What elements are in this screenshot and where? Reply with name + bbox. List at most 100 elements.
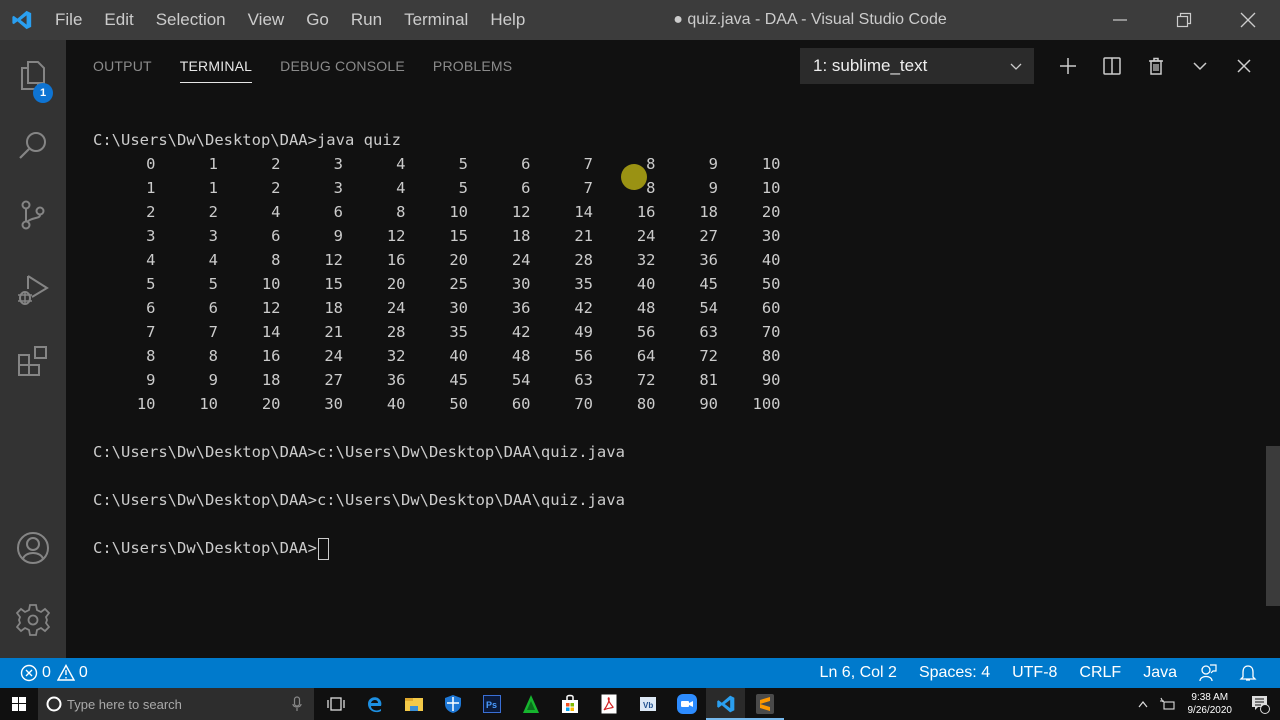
table-cell: 36: [699, 251, 718, 269]
activity-run-debug[interactable]: [0, 265, 66, 315]
close-window-button[interactable]: [1216, 0, 1280, 40]
photoshop-icon: Ps: [482, 695, 501, 713]
table-cell: 6: [521, 155, 531, 173]
table-cell: 80: [761, 347, 781, 365]
taskbar-vscode[interactable]: [706, 688, 745, 720]
table-cell: 28: [386, 323, 406, 341]
taskbar-vb-app[interactable]: Vb: [628, 688, 667, 720]
new-terminal-button[interactable]: [1046, 48, 1090, 84]
close-panel-button[interactable]: [1222, 48, 1266, 84]
terminal-line: C:\Users\Dw\Desktop\DAA>c:\Users\Dw\Desk…: [93, 491, 625, 509]
table-cell: 9: [208, 371, 218, 389]
svg-text:Ps: Ps: [486, 700, 497, 710]
terminal-selector-dropdown[interactable]: 1: sublime_text: [800, 48, 1034, 84]
start-button[interactable]: [0, 688, 38, 720]
show-hidden-icons-button[interactable]: [1132, 688, 1154, 720]
activity-accounts[interactable]: [0, 523, 66, 573]
table-cell: 40: [449, 347, 468, 365]
menu-go[interactable]: Go: [295, 0, 340, 40]
table-cell: 45: [699, 275, 718, 293]
kill-terminal-button[interactable]: [1134, 48, 1178, 84]
tab-problems[interactable]: PROBLEMS: [433, 40, 512, 92]
menu-terminal[interactable]: Terminal: [393, 0, 479, 40]
taskbar-store[interactable]: [550, 688, 589, 720]
table-cell: 2: [208, 203, 218, 221]
restore-icon: [1176, 12, 1192, 28]
line-ending[interactable]: CRLF: [1068, 658, 1132, 688]
table-cell: 56: [574, 347, 593, 365]
indentation[interactable]: Spaces: 4: [908, 658, 1001, 688]
table-row: 3 3 6 9 12 15 18 21 24 27 30: [93, 224, 780, 248]
menu-bar: File Edit Selection View Go Run Terminal…: [44, 0, 536, 40]
encoding[interactable]: UTF-8: [1001, 658, 1068, 688]
notifications-button[interactable]: [1228, 664, 1268, 682]
activity-explorer[interactable]: 1: [0, 50, 66, 103]
table-cell: 10: [761, 155, 781, 173]
taskbar-edge[interactable]: [355, 688, 394, 720]
terminal-output[interactable]: C:\Users\Dw\Desktop\DAA>java quiz 012345…: [93, 128, 781, 560]
system-tray: 9:38 AM 9/26/2020: [1132, 688, 1280, 720]
warning-icon: [56, 664, 75, 681]
table-cell: 15: [449, 227, 468, 245]
taskbar-clock[interactable]: 9:38 AM 9/26/2020: [1180, 691, 1241, 717]
table-cell: 16: [636, 203, 656, 221]
feedback-button[interactable]: [1188, 664, 1228, 682]
taskbar-photoshop[interactable]: Ps: [472, 688, 511, 720]
terminal-scrollbar[interactable]: [1266, 446, 1280, 606]
taskbar-file-explorer[interactable]: [394, 688, 433, 720]
problems-status[interactable]: 0 0: [20, 658, 99, 688]
table-cell: 40: [636, 275, 656, 293]
table-cell: 15: [324, 275, 343, 293]
activity-extensions[interactable]: [0, 337, 66, 387]
triangle-app-icon: [522, 695, 539, 713]
menu-file[interactable]: File: [44, 0, 93, 40]
menu-help[interactable]: Help: [479, 0, 536, 40]
split-icon: [1103, 57, 1121, 75]
table-cell: 9: [146, 371, 156, 389]
menu-view[interactable]: View: [237, 0, 296, 40]
taskbar-search[interactable]: Type here to search: [38, 688, 314, 720]
language-mode[interactable]: Java: [1132, 658, 1188, 688]
task-view-button[interactable]: [316, 688, 355, 720]
table-cell: 50: [761, 275, 781, 293]
split-terminal-button[interactable]: [1090, 48, 1134, 84]
table-cell: 45: [449, 371, 468, 389]
vscode-icon: [716, 695, 734, 713]
tab-debug-console[interactable]: DEBUG CONSOLE: [280, 40, 405, 92]
taskbar-sublime[interactable]: [745, 688, 784, 720]
menu-run[interactable]: Run: [340, 0, 393, 40]
activity-manage[interactable]: [0, 595, 66, 645]
activity-source-control[interactable]: [0, 190, 66, 240]
tab-terminal[interactable]: TERMINAL: [179, 40, 253, 92]
table-cell: 70: [574, 395, 593, 413]
restore-button[interactable]: [1152, 0, 1216, 40]
taskbar-acrobat[interactable]: [589, 688, 628, 720]
cursor-position[interactable]: Ln 6, Col 2: [809, 658, 908, 688]
table-cell: 9: [333, 227, 343, 245]
activity-search[interactable]: [0, 120, 66, 170]
maximize-panel-button[interactable]: [1178, 48, 1222, 84]
table-cell: 4: [396, 155, 406, 173]
table-cell: 40: [761, 251, 781, 269]
taskbar-green-app[interactable]: [511, 688, 550, 720]
network-status[interactable]: [1154, 688, 1180, 720]
title-bar: File Edit Selection View Go Run Terminal…: [0, 0, 1280, 40]
action-center-button[interactable]: [1240, 688, 1280, 720]
panel-tabs: OUTPUT TERMINAL DEBUG CONSOLE PROBLEMS: [93, 40, 540, 92]
taskbar-zoom[interactable]: [667, 688, 706, 720]
minimize-button[interactable]: [1088, 0, 1152, 40]
tab-output[interactable]: OUTPUT: [93, 40, 152, 92]
menu-selection[interactable]: Selection: [145, 0, 237, 40]
table-cell: 32: [636, 251, 656, 269]
table-cell: 20: [261, 395, 281, 413]
table-row: 8 8 16 24 32 40 48 56 64 72 80: [93, 344, 781, 368]
table-cell: 18: [261, 371, 281, 389]
table-cell: 9: [708, 179, 718, 197]
table-row: 9 9 18 27 36 45 54 63 72 81 90: [93, 368, 780, 392]
taskbar-defender[interactable]: [433, 688, 472, 720]
menu-edit[interactable]: Edit: [93, 0, 144, 40]
table-cell: 20: [386, 275, 406, 293]
